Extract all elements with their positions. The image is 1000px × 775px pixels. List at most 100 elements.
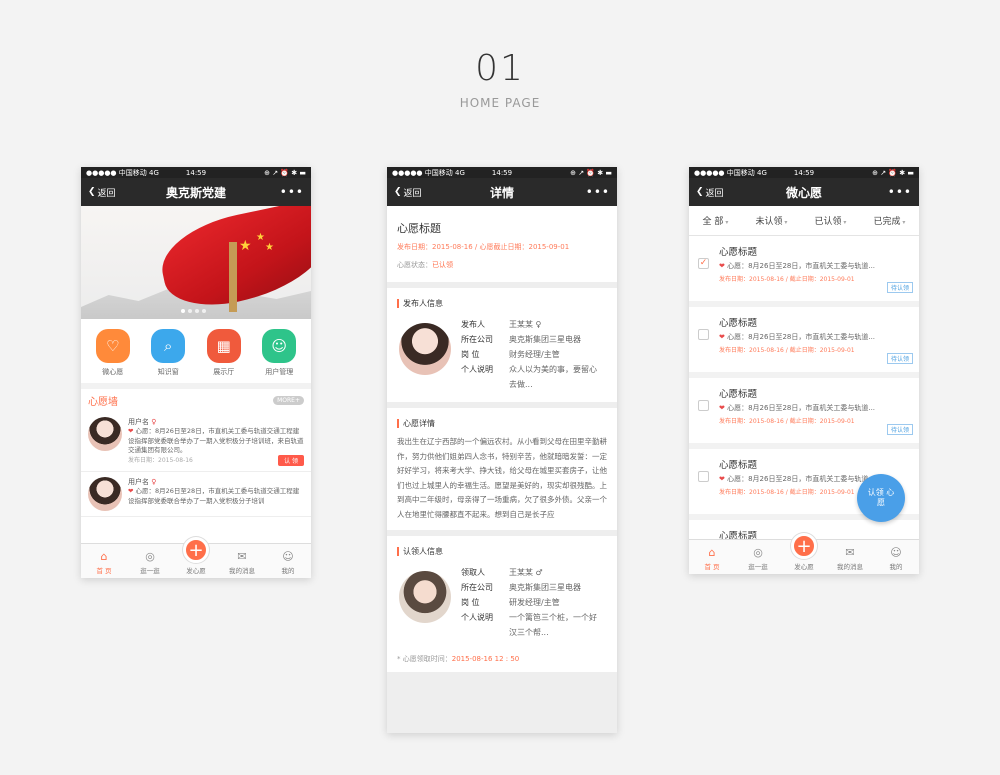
tab-item[interactable]: + 发心愿 [784,533,824,571]
quick-menu: ♡ 微心愿 ⌕ 知识窗 ▦ 展示厅 ☺ 用户管理 [81,319,311,389]
pillar-image [229,242,237,312]
store-icon: ▦ [206,329,241,363]
users-icon: ☺ [262,329,297,363]
publisher-card: 发布人信息 发布人 王某某 ♀ 所在公司 奥克斯集团三星电器岗 位 财务经理/主管 个人说… [387,288,617,402]
wish-info: 用户名 ♀ ❤ 心愿：8月26日至28日，市直机关工委与轨道交通工程建设指挥部党委… [128,477,304,511]
add-wish-icon[interactable]: + [183,537,209,563]
more-icon[interactable]: ••• [280,185,304,199]
info-key: 岗 位 [461,350,480,359]
tab-item[interactable]: ✉ 我的消息 [222,550,262,575]
wish-dates: 发布日期：2015-08-16 / 截止日期：2015-09-01 [719,276,855,283]
checkbox[interactable] [698,400,709,411]
female-icon: ♀ [151,478,157,487]
wish-list-item[interactable]: 心愿标题 ❤ 心愿：8月26日至28日，市直机关工委与轨道... 发布日期：2015… [689,307,919,378]
wish-text: ❤ 心愿：8月26日至28日，市直机关工委与轨道... [719,262,876,270]
quick-item-label: 用户管理 [265,368,294,376]
filter-tab[interactable]: 已认领 [814,214,846,227]
tab-item[interactable]: ⌂ 首 页 [692,546,732,571]
more-icon[interactable]: ••• [586,185,610,199]
status-bar: ●●●●● 中国移动 4G 14:59 ⊕ ↗ ⏰ ✱ ▬ [689,167,919,178]
filter-tab[interactable]: 未认领 [755,214,787,227]
nav-bar: ❮ 返回 微心愿 ••• [689,178,919,206]
claim-button[interactable]: 认 领 [278,455,304,467]
tab-label: 发心愿 [794,563,814,571]
list-item[interactable]: 用户名 ♀ ❤ 心愿：8月26日至28日，市直机关工委与轨道交通工程建设指挥部党委… [81,412,311,473]
info-key: 发布人 [461,320,485,329]
wish-summary: 心愿标题 发布日期：2015-08-16 / 心愿截止日期：2015-09-01… [387,206,617,282]
list-item[interactable]: 用户名 ♀ ❤ 心愿：8月26日至28日，市直机关工委与轨道交通工程建设指挥部党委… [81,472,311,518]
claimer-header: 认领人信息 [387,536,617,563]
tab-label: 发心愿 [186,567,206,575]
banner[interactable]: ★ ★ ★ [81,206,311,319]
quick-item[interactable]: ♡ 微心愿 [95,329,130,377]
tab-item[interactable]: + 发心愿 [176,537,216,575]
tab-label: 我的 [889,563,903,571]
tab-label: 我的消息 [837,563,863,571]
info-value: 奥克斯集团三星电器 [509,583,581,592]
wish-title: 心愿标题 [719,460,758,471]
quick-item-label: 知识窗 [157,368,179,376]
star-icon: ★ [239,238,252,254]
wish-list-item[interactable]: 心愿标题 ❤ 心愿：8月26日至28日，市直机关工委与轨道... 发布日期：2015… [689,378,919,449]
info-row: 所在公司 奥克斯集团三星电器 [461,580,601,595]
quick-item[interactable]: ⌕ 知识窗 [151,329,186,377]
quick-item-label: 展示厅 [213,368,235,376]
wish-list-item[interactable]: ✓ 心愿标题 ❤ 心愿：8月26日至28日，市直机关工委与轨道... 发布日期：201… [689,236,919,307]
tab-icon: ⌂ [100,550,108,563]
phone-wish-list: ●●●●● 中国移动 4G 14:59 ⊕ ↗ ⏰ ✱ ▬ ❮ 返回 微心愿 ••… [689,167,919,574]
info-value: 研发经理/主管 [509,598,560,607]
add-wish-icon[interactable]: + [791,533,817,559]
filter-tab[interactable]: 已完成 [874,214,906,227]
heart-icon: ❤ [128,427,136,436]
back-button[interactable]: ❮ 返回 [394,186,422,199]
heart-icon: ♡ [95,329,130,363]
quick-item[interactable]: ▦ 展示厅 [206,329,241,377]
back-button[interactable]: ❮ 返回 [88,186,116,199]
tab-icon: ◎ [753,546,763,559]
info-value: 众人以为美的事，要留心去做... [509,365,597,389]
more-icon[interactable]: ••• [888,185,912,199]
wish-dates: 发布日期：2015-08-16 / 心愿截止日期：2015-09-01 [397,243,570,251]
filter-bar: 全 部 未认领 已认领 已完成 [689,206,919,236]
detail-header: 心愿详情 [387,408,617,435]
tab-icon: ✉ [237,550,247,563]
tab-label: 逛一逛 [748,563,768,571]
tab-item[interactable]: ✉ 我的消息 [830,546,870,571]
wish-text: ❤ 心愿：8月26日至28日，市直机关工委与轨道交通工程建设指挥部党委联合举办了… [128,427,304,454]
quick-item[interactable]: ☺ 用户管理 [262,329,297,377]
wish-title: 心愿标题 [719,389,758,400]
section-title: 心愿墙 [88,397,118,408]
checkbox[interactable] [698,329,709,340]
info-value: 一个篱笆三个桩，一个好汉三个帮... [509,613,597,637]
tab-label: 我的消息 [229,567,255,575]
heart-icon: ❤ [719,475,728,483]
claimer-card: 认领人信息 领取人 王某某 ♂ 所在公司 奥克斯集团三星电器岗 位 研发经理/主管 个人说… [387,536,617,672]
info-row: 所在公司 奥克斯集团三星电器 [461,332,601,347]
avatar [88,477,122,512]
heart-icon: ❤ [719,333,728,341]
info-value: 奥克斯集团三星电器 [509,335,581,344]
status-badge: 待认领 [886,353,913,364]
chevron-left-icon: ❮ [88,187,96,197]
carousel-dots[interactable] [181,309,206,313]
tab-item[interactable]: ◎ 逛一逛 [738,546,778,571]
checkbox[interactable]: ✓ [698,258,709,269]
chevron-left-icon: ❮ [394,187,402,197]
info-value: 王某某 ♀ [509,320,542,329]
more-button[interactable]: MORE+ [273,396,304,405]
status-badge: 已认领 [432,261,453,269]
checkbox[interactable] [698,471,709,482]
section-subtitle: HOME PAGE [459,96,541,110]
claim-wish-button[interactable]: 认领 心愿 [857,474,905,522]
filter-tab[interactable]: 全 部 [703,214,729,227]
phone-detail: ●●●●● 中国移动 4G 14:59 ⊕ ↗ ⏰ ✱ ▬ ❮ 返回 详情 •••… [387,167,617,733]
back-button[interactable]: ❮ 返回 [696,186,724,199]
wish-text: ❤ 心愿：8月26日至28日，市直机关工委与轨道交通工程建设指挥部党委联合举办了… [128,487,300,505]
publisher-header: 发布人信息 [387,288,617,315]
tab-item[interactable]: ⌂ 首 页 [84,550,124,575]
tab-item[interactable]: ☺ 我的 [268,550,308,575]
female-icon: ♀ [151,418,157,426]
tab-bar: ⌂ 首 页 ◎ 逛一逛 + 发心愿 ✉ 我的消息 ☺ 我的 [81,537,311,578]
tab-item[interactable]: ☺ 我的 [876,546,916,571]
tab-item[interactable]: ◎ 逛一逛 [130,550,170,575]
